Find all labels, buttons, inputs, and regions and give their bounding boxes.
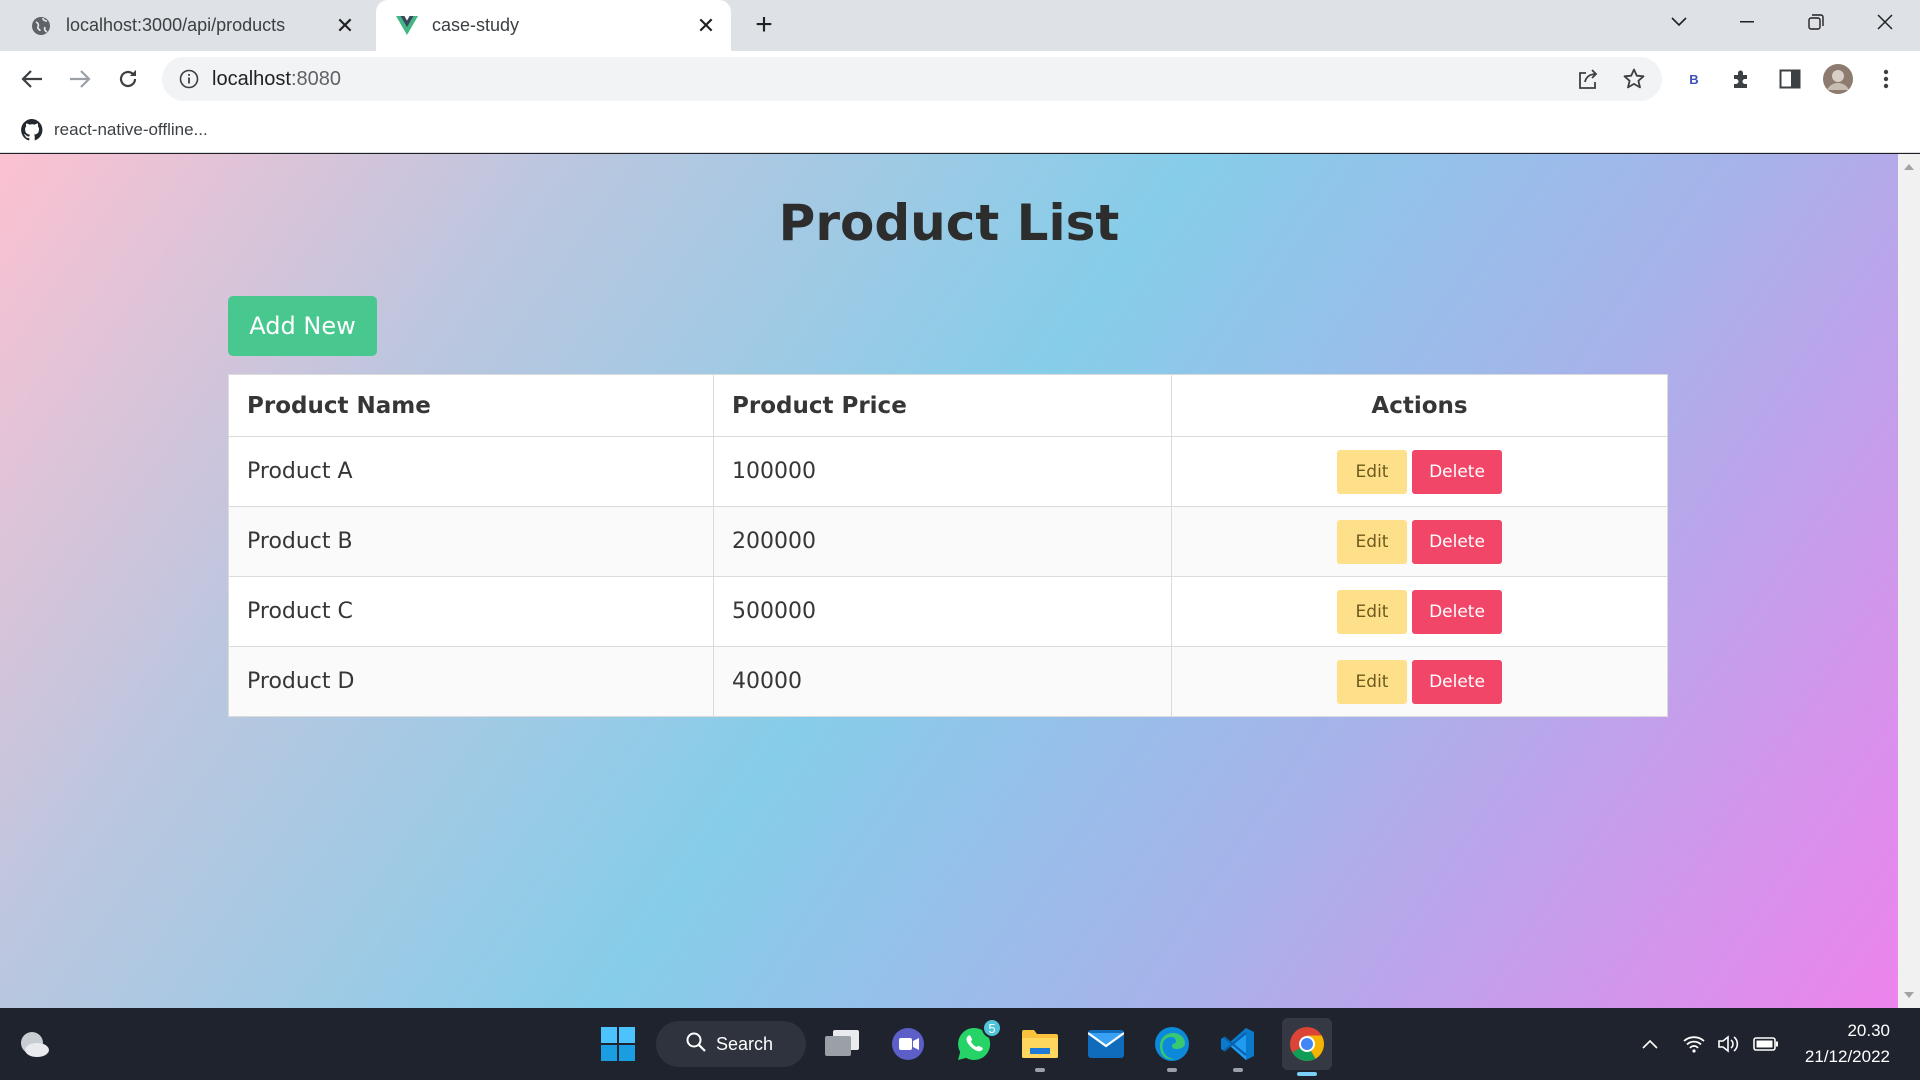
system-clock[interactable]: 20.30 21/12/2022 <box>1805 1018 1890 1070</box>
restore-button[interactable] <box>1793 0 1839 44</box>
table-row: Product A 100000 Edit Delete <box>228 436 1668 507</box>
battery-icon[interactable] <box>1752 1030 1780 1058</box>
header-product-name: Product Name <box>228 374 714 437</box>
tab-title: case-study <box>432 15 520 35</box>
bookmark-label: react-native-offline... <box>54 120 208 139</box>
running-indicator <box>1035 1068 1045 1072</box>
mail-icon[interactable] <box>1084 1022 1128 1066</box>
delete-button[interactable]: Delete <box>1412 519 1502 564</box>
edit-button[interactable]: Edit <box>1337 659 1407 704</box>
actions-cell: Edit Delete <box>1171 576 1668 647</box>
url-port: :8080 <box>290 67 341 90</box>
chevron-up-icon[interactable] <box>1636 1030 1664 1058</box>
tab-api-products[interactable]: localhost:3000/api/products ✕ <box>10 0 370 51</box>
reload-button[interactable] <box>110 61 146 97</box>
vscode-icon[interactable] <box>1216 1022 1260 1072</box>
globe-icon <box>30 15 52 37</box>
bookmarks-bar: react-native-offline... <box>0 107 1920 153</box>
new-tab-button[interactable]: + <box>748 8 780 41</box>
taskbar: Search 5 20.30 21/12/2022 <box>0 1008 1920 1080</box>
share-icon[interactable] <box>1572 63 1604 95</box>
vue-logo-icon <box>396 15 418 37</box>
product-price-cell: 500000 <box>713 576 1172 647</box>
close-tab-icon[interactable]: ✕ <box>330 11 360 41</box>
product-price-cell: 100000 <box>713 436 1172 507</box>
back-button[interactable] <box>14 61 50 97</box>
page-viewport: Product List Add New Product Name Produc… <box>0 154 1898 1008</box>
file-explorer-icon[interactable] <box>1018 1022 1062 1072</box>
product-name-cell: Product A <box>228 436 714 507</box>
edge-browser-icon[interactable] <box>1150 1022 1194 1072</box>
table-header-row: Product Name Product Price Actions <box>228 374 1668 437</box>
scroll-up-icon[interactable] <box>1904 164 1914 170</box>
browser-toolbar: localhost:8080 B <box>0 51 1920 107</box>
edit-button[interactable]: Edit <box>1337 589 1407 634</box>
table-row: Product B 200000 Edit Delete <box>228 506 1668 577</box>
table-row: Product C 500000 Edit Delete <box>228 576 1668 647</box>
tab-search-icon[interactable] <box>1656 0 1702 44</box>
close-window-button[interactable] <box>1862 0 1908 44</box>
actions-cell: Edit Delete <box>1171 646 1668 717</box>
edit-button[interactable]: Edit <box>1337 449 1407 494</box>
start-windows-icon[interactable] <box>596 1022 640 1066</box>
chrome-taskbar-icon[interactable] <box>1282 1018 1332 1076</box>
url-host: localhost <box>212 67 291 90</box>
product-price-cell: 200000 <box>713 506 1172 577</box>
extensions-puzzle-icon[interactable] <box>1726 63 1758 95</box>
teams-chat-icon[interactable] <box>886 1022 930 1066</box>
page-scrollbar[interactable] <box>1898 154 1920 1008</box>
close-tab-icon[interactable]: ✕ <box>691 11 721 41</box>
side-panel-icon[interactable] <box>1774 63 1806 95</box>
product-name-cell: Product D <box>228 646 714 717</box>
task-view-icon[interactable] <box>820 1022 864 1066</box>
whatsapp-icon[interactable]: 5 <box>952 1018 1002 1066</box>
table-row: Product D 40000 Edit Delete <box>228 646 1668 717</box>
delete-button[interactable]: Delete <box>1412 659 1502 704</box>
product-table: Product Name Product Price Actions Produ… <box>228 374 1668 717</box>
extension-b-icon[interactable]: B <box>1678 63 1710 95</box>
search-icon <box>686 1032 706 1057</box>
clock-time: 20.30 <box>1847 1021 1890 1040</box>
delete-button[interactable]: Delete <box>1412 589 1502 634</box>
minimize-button[interactable] <box>1724 0 1770 44</box>
address-bar[interactable]: localhost:8080 <box>162 57 1662 101</box>
weather-widget-icon[interactable] <box>12 1022 56 1066</box>
url-text: localhost:8080 <box>212 68 341 91</box>
delete-button[interactable]: Delete <box>1412 449 1502 494</box>
bookmark-star-icon[interactable] <box>1618 63 1650 95</box>
running-indicator <box>1167 1068 1177 1072</box>
tab-title: localhost:3000/api/products <box>66 15 286 35</box>
volume-icon[interactable] <box>1714 1030 1742 1058</box>
scroll-down-icon[interactable] <box>1904 992 1914 998</box>
github-icon <box>20 118 44 142</box>
profile-avatar[interactable] <box>1822 63 1854 95</box>
bookmark-react-native-offline[interactable]: react-native-offline... <box>20 116 208 144</box>
product-price-cell: 40000 <box>713 646 1172 717</box>
header-product-price: Product Price <box>713 374 1172 437</box>
actions-cell: Edit Delete <box>1171 506 1668 577</box>
search-label: Search <box>716 1033 774 1054</box>
product-name-cell: Product C <box>228 576 714 647</box>
wifi-icon[interactable] <box>1680 1030 1708 1058</box>
edit-button[interactable]: Edit <box>1337 519 1407 564</box>
tab-case-study[interactable]: case-study ✕ <box>376 0 731 51</box>
site-info-icon[interactable] <box>178 68 200 90</box>
clock-date: 21/12/2022 <box>1804 1047 1890 1066</box>
add-new-button[interactable]: Add New <box>228 296 377 356</box>
running-indicator <box>1297 1072 1317 1076</box>
notification-badge: 5 <box>982 1018 1002 1038</box>
taskbar-search[interactable]: Search <box>656 1021 806 1067</box>
header-actions: Actions <box>1171 374 1668 437</box>
actions-cell: Edit Delete <box>1171 436 1668 507</box>
chrome-menu-icon[interactable] <box>1870 63 1902 95</box>
page-title: Product List <box>778 194 1120 252</box>
product-name-cell: Product B <box>228 506 714 577</box>
tab-strip: localhost:3000/api/products ✕ case-study… <box>0 0 1920 51</box>
forward-button[interactable] <box>62 61 98 97</box>
running-indicator <box>1233 1068 1243 1072</box>
